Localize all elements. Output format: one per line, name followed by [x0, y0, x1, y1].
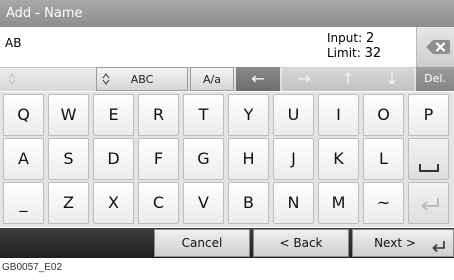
updown-icon: [102, 73, 110, 85]
back-button[interactable]: < Back: [253, 229, 349, 257]
enter-icon: [432, 241, 445, 253]
key-J[interactable]: J: [273, 138, 314, 180]
key-M[interactable]: M: [318, 182, 359, 224]
arrow-up-icon[interactable]: ↑: [326, 67, 370, 91]
backspace-icon: [426, 40, 450, 54]
updown-icon: [8, 73, 16, 85]
enter-key[interactable]: [408, 182, 449, 224]
key-U[interactable]: U: [273, 94, 314, 136]
key-V[interactable]: V: [183, 182, 224, 224]
next-label: Next >: [374, 236, 416, 250]
limit-value: 32: [364, 46, 382, 61]
cancel-button[interactable]: Cancel: [154, 229, 250, 257]
key-A[interactable]: A: [3, 138, 44, 180]
key-P[interactable]: P: [408, 94, 449, 136]
window-title: Add - Name: [0, 0, 454, 27]
key-W[interactable]: W: [48, 94, 89, 136]
key-Y[interactable]: Y: [228, 94, 269, 136]
key-N[interactable]: N: [273, 182, 314, 224]
input-count-label: Input:: [327, 31, 363, 45]
key-K[interactable]: K: [318, 138, 359, 180]
enter-icon: [420, 198, 439, 211]
key-G[interactable]: G: [183, 138, 224, 180]
key-O[interactable]: O: [363, 94, 404, 136]
image-caption: GB0057_E02: [2, 262, 63, 273]
abc-mode-button[interactable]: ABC: [96, 67, 188, 91]
abc-label: ABC: [130, 73, 154, 86]
key-Z[interactable]: Z: [48, 182, 89, 224]
key-D[interactable]: D: [93, 138, 134, 180]
key-C[interactable]: C: [138, 182, 179, 224]
screen: Add - Name AB Input: 2 Limit: 32 ABC A/a…: [0, 0, 454, 258]
limit-label: Limit:: [327, 46, 361, 60]
key-X[interactable]: X: [93, 182, 134, 224]
text-input-field[interactable]: AB Input: 2 Limit: 32: [0, 27, 416, 67]
key-Q[interactable]: Q: [3, 94, 44, 136]
key-_[interactable]: _: [3, 182, 44, 224]
cursor-slot: [0, 67, 92, 91]
arrow-right-icon[interactable]: →: [282, 67, 326, 91]
keyboard: Q W E R T Y U I O P A S D F G H J K L _ Z X C V B N M ~: [0, 92, 454, 227]
key-B[interactable]: B: [228, 182, 269, 224]
delete-button[interactable]: Del.: [416, 67, 454, 91]
key-L[interactable]: L: [363, 138, 404, 180]
arrow-left-icon[interactable]: ←: [236, 67, 280, 91]
key-~[interactable]: ~: [363, 182, 404, 224]
space-icon: [419, 164, 439, 172]
space-key[interactable]: [408, 138, 449, 180]
char-counter: Input: 2 Limit: 32: [327, 31, 381, 61]
key-S[interactable]: S: [48, 138, 89, 180]
key-T[interactable]: T: [183, 94, 224, 136]
input-value: AB: [5, 36, 22, 50]
key-I[interactable]: I: [318, 94, 359, 136]
key-E[interactable]: E: [93, 94, 134, 136]
key-R[interactable]: R: [138, 94, 179, 136]
arrow-down-icon[interactable]: ↓: [370, 67, 414, 91]
key-H[interactable]: H: [228, 138, 269, 180]
case-toggle-button[interactable]: A/a: [190, 67, 234, 91]
key-F[interactable]: F: [138, 138, 179, 180]
input-count-value: 2: [365, 31, 375, 46]
